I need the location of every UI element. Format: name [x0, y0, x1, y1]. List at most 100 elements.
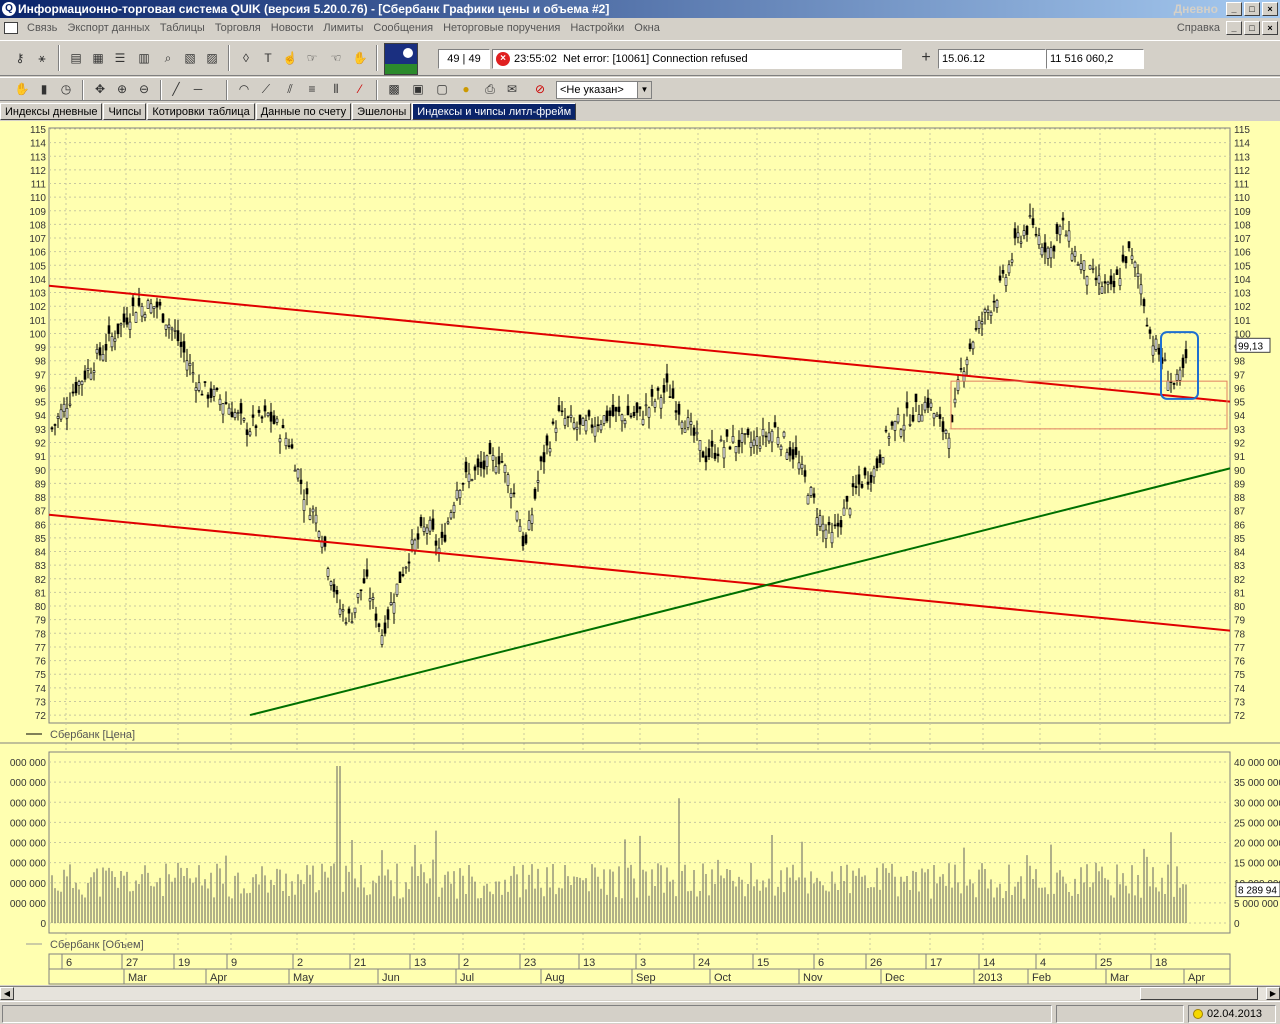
volume-tick-left: 000 000: [10, 758, 47, 769]
price-candle-body: [1145, 324, 1149, 327]
trend-line-icon[interactable]: ╱: [166, 79, 186, 99]
menu-item-8[interactable]: Настройки: [565, 18, 629, 38]
tab-3[interactable]: Данные по счету: [255, 103, 352, 120]
price-tick-right: 115: [1234, 125, 1250, 136]
child-close-button[interactable]: ×: [1262, 21, 1278, 35]
menu-item-3[interactable]: Торговля: [210, 18, 266, 38]
maximize-button[interactable]: □: [1244, 2, 1260, 16]
hand-sell-icon[interactable]: ☞: [302, 48, 322, 68]
price-candle-body: [485, 455, 489, 467]
quotes-icon[interactable]: ▦: [88, 48, 108, 68]
price-candle-body: [506, 474, 510, 486]
channel-icon[interactable]: ⫽: [280, 79, 300, 99]
price-candle-body: [125, 317, 129, 325]
price-candle-body: [722, 447, 726, 459]
copy-chart-icon[interactable]: ▣: [408, 79, 428, 99]
deals-icon[interactable]: ▥: [134, 48, 154, 68]
menu-item-1[interactable]: Экспорт данных: [62, 18, 154, 38]
month-label: Nov: [803, 972, 823, 984]
text-icon[interactable]: T: [258, 48, 278, 68]
menu-help[interactable]: Справка: [1177, 18, 1220, 38]
horizontal-line-icon[interactable]: ─: [188, 79, 208, 99]
fan-icon[interactable]: ⟋: [256, 79, 276, 99]
menu-item-0[interactable]: Связь: [22, 18, 62, 38]
price-candle-body: [755, 436, 759, 446]
no-filter-icon[interactable]: ⊘: [530, 79, 550, 99]
scroll-right-icon[interactable]: ▶: [1266, 987, 1280, 1000]
hand-stop-icon[interactable]: ✋: [350, 48, 370, 68]
message-field[interactable]: × 23:55:02 Net error: [10061] Connection …: [492, 49, 902, 69]
price-candle-body: [446, 521, 450, 524]
printer-icon[interactable]: ⎙: [480, 79, 500, 99]
price-volume-chart[interactable]: 115 115 114 114 113 113 112 112 111 111 110 110 109 1…: [0, 121, 1280, 985]
arc-icon[interactable]: ◠: [234, 79, 254, 99]
price-candle-body: [176, 330, 180, 342]
title-bar: Q Информационно-торговая система QUIK (в…: [0, 0, 1280, 18]
price-candle-body: [1133, 261, 1137, 268]
price-candle-body: [836, 522, 840, 527]
price-candle-body: [413, 539, 417, 551]
child-maximize-button[interactable]: □: [1244, 21, 1260, 35]
tab-5[interactable]: Индексы и чипсы литл-фрейм: [412, 103, 577, 120]
chart-area[interactable]: 115 115 114 114 113 113 112 112 111 111 110 110 109 1…: [0, 121, 1280, 985]
price-candle-body: [386, 609, 390, 620]
month-label: Jul: [460, 972, 474, 984]
search-table-icon[interactable]: ⌕: [158, 48, 178, 68]
menu-item-7[interactable]: Неторговые поручения: [438, 18, 565, 38]
menu-item-2[interactable]: Таблицы: [155, 18, 210, 38]
menu-item-9[interactable]: Окна: [629, 18, 665, 38]
price-tick-right: 81: [1234, 588, 1246, 599]
move-icon[interactable]: ✥: [90, 79, 110, 99]
price-tick-left: 82: [35, 575, 47, 586]
close-button[interactable]: ×: [1262, 2, 1278, 16]
levels-icon[interactable]: ≡: [302, 79, 322, 99]
menu-item-5[interactable]: Лимиты: [318, 18, 368, 38]
price-candle-body: [644, 404, 648, 407]
price-candle-body: [974, 328, 978, 330]
scrollbar-thumb[interactable]: [1140, 987, 1258, 1000]
price-tick-right: 102: [1234, 302, 1251, 313]
tab-4[interactable]: Эшелоны: [352, 103, 412, 120]
child-minimize-button[interactable]: _: [1226, 21, 1242, 35]
delete-line-icon[interactable]: ⁄: [350, 79, 370, 99]
class-select[interactable]: <Не указан> ▼: [556, 81, 652, 99]
hand-pan-icon[interactable]: ✋: [12, 79, 32, 99]
horizontal-scrollbar[interactable]: ◀ ▶: [0, 986, 1280, 1000]
tab-2[interactable]: Котировки таблица: [147, 103, 255, 120]
price-candle-body: [998, 275, 1002, 281]
orders-icon[interactable]: ☰: [110, 48, 130, 68]
chevron-down-icon[interactable]: ▼: [637, 82, 651, 98]
filter-icon[interactable]: ▧: [180, 48, 200, 68]
menu-item-4[interactable]: Новости: [266, 18, 319, 38]
print-chart-icon[interactable]: ▩: [384, 79, 404, 99]
menu-item-6[interactable]: Сообщения: [368, 18, 438, 38]
price-candle-body: [236, 412, 240, 414]
night-mode-icon[interactable]: [384, 43, 418, 75]
price-candle-body: [299, 479, 303, 485]
alert-icon[interactable]: ◊: [236, 48, 256, 68]
tab-0[interactable]: Индексы дневные: [0, 103, 103, 120]
price-candle-body: [290, 444, 294, 449]
coins-icon[interactable]: ●: [456, 79, 476, 99]
tab-1[interactable]: Чипсы: [103, 103, 147, 120]
new-table-icon[interactable]: ▤: [66, 48, 86, 68]
hand-buy-icon[interactable]: ☝: [280, 48, 300, 68]
plus-icon[interactable]: +: [916, 48, 936, 68]
zoom-in-icon[interactable]: ⊕: [112, 79, 132, 99]
minimize-button[interactable]: _: [1226, 2, 1242, 16]
disconnect-icon[interactable]: ⚹: [32, 48, 52, 68]
connect-icon[interactable]: ⚷: [10, 48, 30, 68]
mail-icon[interactable]: ✉: [502, 79, 522, 99]
scroll-left-icon[interactable]: ◀: [0, 987, 14, 1000]
window-menu-icon[interactable]: [4, 22, 18, 35]
price-candle-body: [83, 370, 87, 380]
zoom-out-icon[interactable]: ⊖: [134, 79, 154, 99]
template-icon[interactable]: ▢: [432, 79, 452, 99]
price-candle-body: [1097, 275, 1101, 284]
limits-icon[interactable]: ▨: [202, 48, 222, 68]
hands-icon[interactable]: ☜: [326, 48, 346, 68]
clock-icon[interactable]: ◷: [56, 79, 76, 99]
bar-chart-icon[interactable]: ▮: [34, 79, 54, 99]
cycles-icon[interactable]: ⦀: [326, 79, 346, 99]
price-tick-left: 92: [35, 438, 47, 449]
